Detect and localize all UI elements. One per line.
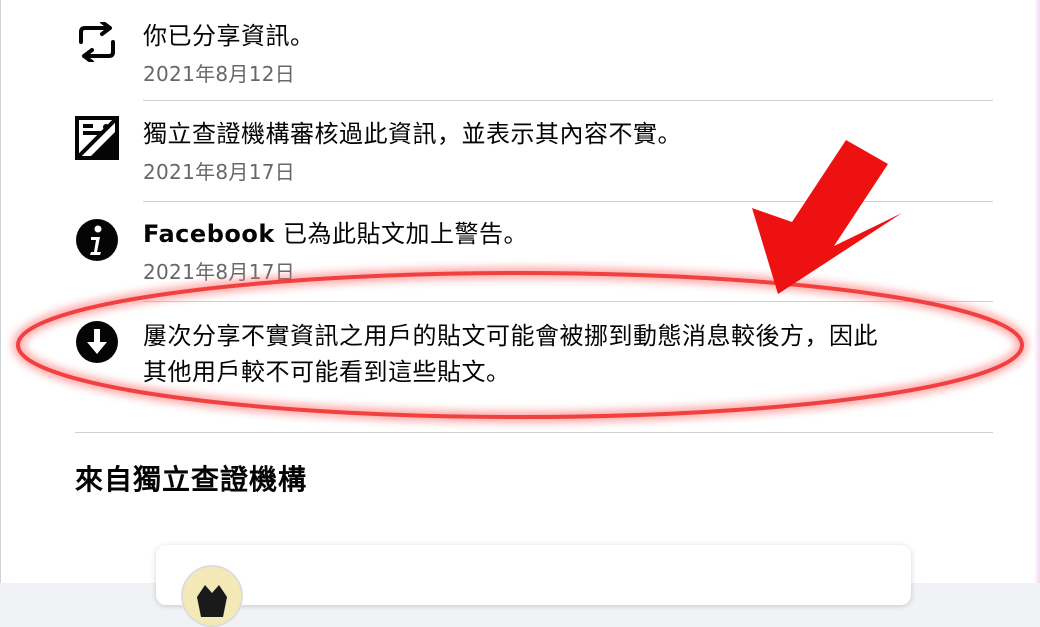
event-date: 2021年8月17日 xyxy=(143,260,296,284)
event-text-line2: 其他用戶較不可能看到這些貼文。 xyxy=(143,358,511,386)
event-date: 2021年8月12日 xyxy=(143,62,296,86)
section-title: 來自獨立查證機構 xyxy=(75,463,308,496)
divider xyxy=(143,301,993,302)
share-repost-icon xyxy=(75,20,119,64)
fact-checker-avatar xyxy=(181,565,243,627)
event-text-line1: 屢次分享不實資訊之用戶的貼文可能會被挪到動態消息較後方，因此 xyxy=(143,322,878,350)
activity-panel: 你已分享資訊。 2021年8月12日 獨立查證機構審核過此資訊，並表示其內容不實… xyxy=(0,0,1040,627)
false-info-image-icon xyxy=(75,116,119,160)
facebook-brand: Facebook xyxy=(143,220,275,248)
event-text-rest: 已為此貼文加上警告。 xyxy=(274,220,528,248)
down-arrow-icon xyxy=(75,320,119,364)
event-date: 2021年8月17日 xyxy=(143,160,296,184)
divider xyxy=(143,100,993,101)
event-text: 獨立查證機構審核過此資訊，並表示其內容不實。 xyxy=(143,120,682,148)
scroll-edge xyxy=(1034,0,1040,583)
fact-checker-card[interactable] xyxy=(156,545,911,627)
divider xyxy=(143,201,993,202)
event-text: 屢次分享不實資訊之用戶的貼文可能會被挪到動態消息較後方，因此 其他用戶較不可能看到… xyxy=(143,318,993,390)
event-text: Facebook 已為此貼文加上警告。 xyxy=(143,216,993,252)
info-icon xyxy=(75,218,119,262)
divider xyxy=(75,432,993,433)
event-text: 你已分享資訊。 xyxy=(143,22,315,50)
